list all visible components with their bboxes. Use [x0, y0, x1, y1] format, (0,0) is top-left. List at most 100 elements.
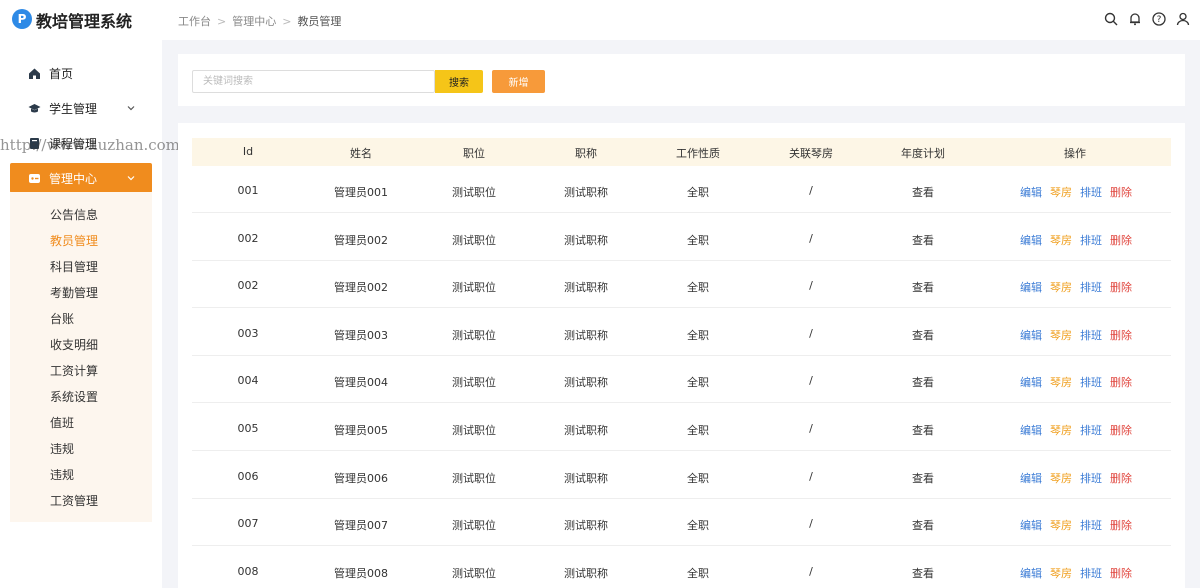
cell-name: 管理员007 — [334, 519, 388, 533]
piano-room-link[interactable]: 琴房 — [1050, 232, 1072, 248]
submenu-item-attendance-management[interactable]: 考勤管理 — [50, 284, 98, 301]
cell-annual-plan[interactable]: 查看 — [912, 517, 934, 533]
delete-link[interactable]: 删除 — [1110, 184, 1132, 200]
cell-title: 测试职称 — [564, 233, 608, 247]
cell-title: 测试职称 — [564, 186, 608, 199]
piano-room-link[interactable]: 琴房 — [1050, 184, 1072, 200]
search-button[interactable]: 搜索 — [435, 70, 483, 93]
delete-link[interactable]: 删除 — [1110, 470, 1132, 486]
cell-annual-plan[interactable]: 查看 — [912, 232, 934, 248]
bell-icon[interactable] — [1128, 12, 1142, 26]
schedule-link[interactable]: 排班 — [1080, 422, 1102, 438]
submenu-item-salary-management[interactable]: 工资管理 — [50, 492, 98, 509]
search-input[interactable] — [192, 70, 435, 93]
cell-title: 测试职称 — [564, 519, 608, 533]
cell-title: 测试职称 — [564, 566, 608, 580]
sidebar-item-label: 学生管理 — [49, 101, 98, 116]
cell-title: 测试职称 — [564, 471, 608, 485]
cell-annual-plan[interactable]: 查看 — [912, 422, 934, 438]
submenu-item-violations[interactable]: 违规 — [50, 440, 74, 457]
submenu-item-income-expense[interactable]: 收支明细 — [50, 336, 98, 353]
user-icon[interactable] — [1176, 12, 1190, 26]
cell-annual-plan[interactable]: 查看 — [912, 327, 934, 343]
delete-link[interactable]: 删除 — [1110, 374, 1132, 390]
submenu-item-subject-management[interactable]: 科目管理 — [50, 258, 98, 275]
edit-link[interactable]: 编辑 — [1020, 184, 1042, 200]
delete-link[interactable]: 删除 — [1110, 327, 1132, 343]
breadcrumb-workbench[interactable]: 工作台 — [178, 13, 211, 29]
edit-link[interactable]: 编辑 — [1020, 327, 1042, 343]
edit-link[interactable]: 编辑 — [1020, 470, 1042, 486]
cell-work-type: 全职 — [687, 281, 709, 295]
schedule-link[interactable]: 排班 — [1080, 327, 1102, 343]
help-icon[interactable]: ? — [1152, 12, 1166, 26]
submenu-item-ledger[interactable]: 台账 — [50, 310, 74, 327]
add-button[interactable]: 新增 — [492, 70, 545, 93]
cell-annual-plan[interactable]: 查看 — [912, 184, 934, 200]
cell-annual-plan[interactable]: 查看 — [912, 565, 934, 581]
piano-room-link[interactable]: 琴房 — [1050, 279, 1072, 295]
cell-position: 测试职位 — [452, 376, 496, 390]
cell-id: 004 — [237, 374, 259, 388]
sidebar-item-students[interactable]: 学生管理 — [10, 93, 152, 123]
edit-link[interactable]: 编辑 — [1020, 232, 1042, 248]
schedule-link[interactable]: 排班 — [1080, 232, 1102, 248]
search-panel: 搜索 新增 — [178, 54, 1185, 106]
search-icon[interactable] — [1104, 12, 1118, 26]
cell-position: 测试职位 — [452, 281, 496, 295]
cell-work-type: 全职 — [687, 566, 709, 580]
submenu-item-teacher-management[interactable]: 教员管理 — [50, 232, 98, 249]
schedule-link[interactable]: 排班 — [1080, 184, 1102, 200]
cell-annual-plan[interactable]: 查看 — [912, 374, 934, 390]
sidebar-item-home[interactable]: 首页 — [10, 58, 152, 88]
edit-link[interactable]: 编辑 — [1020, 422, 1042, 438]
submenu-item-announcements[interactable]: 公告信息 — [50, 206, 98, 223]
cell-work-type: 全职 — [687, 519, 709, 533]
edit-link[interactable]: 编辑 — [1020, 565, 1042, 581]
table-row: 007 管理员007 测试职位 测试职称 全职 / 查看 编辑 琴房 排班 删除 — [192, 499, 1171, 547]
cell-position: 测试职位 — [452, 233, 496, 247]
column-header-actions: 操作 — [1064, 147, 1086, 160]
cell-annual-plan[interactable]: 查看 — [912, 470, 934, 486]
table-header: Id 姓名 职位 职称 工作性质 关联琴房 年度计划 操作 — [192, 138, 1171, 166]
cell-name: 管理员002 — [334, 281, 388, 295]
piano-room-link[interactable]: 琴房 — [1050, 470, 1072, 486]
submenu-item-salary-calculation[interactable]: 工资计算 — [50, 362, 98, 379]
cell-piano-room: / — [809, 184, 813, 197]
delete-link[interactable]: 删除 — [1110, 279, 1132, 295]
schedule-link[interactable]: 排班 — [1080, 374, 1102, 390]
schedule-link[interactable]: 排班 — [1080, 565, 1102, 581]
cell-annual-plan[interactable]: 查看 — [912, 279, 934, 295]
chevron-down-icon — [126, 172, 136, 182]
piano-room-link[interactable]: 琴房 — [1050, 327, 1072, 343]
schedule-link[interactable]: 排班 — [1080, 470, 1102, 486]
sidebar-item-management-center[interactable]: 管理中心 — [10, 163, 152, 193]
submenu-item-violations-2[interactable]: 违规 — [50, 466, 74, 483]
delete-link[interactable]: 删除 — [1110, 517, 1132, 533]
breadcrumb-management-center[interactable]: 管理中心 — [232, 13, 276, 29]
piano-room-link[interactable]: 琴房 — [1050, 374, 1072, 390]
schedule-link[interactable]: 排班 — [1080, 517, 1102, 533]
cell-id: 002 — [237, 279, 259, 293]
piano-room-link[interactable]: 琴房 — [1050, 517, 1072, 533]
edit-link[interactable]: 编辑 — [1020, 374, 1042, 390]
piano-room-link[interactable]: 琴房 — [1050, 565, 1072, 581]
cell-id: 006 — [237, 469, 259, 483]
edit-link[interactable]: 编辑 — [1020, 279, 1042, 295]
edit-link[interactable]: 编辑 — [1020, 517, 1042, 533]
delete-link[interactable]: 删除 — [1110, 565, 1132, 581]
schedule-link[interactable]: 排班 — [1080, 279, 1102, 295]
column-header-piano-room: 关联琴房 — [789, 147, 833, 160]
piano-room-link[interactable]: 琴房 — [1050, 422, 1072, 438]
app-logo[interactable]: P — [12, 9, 32, 29]
cell-piano-room: / — [809, 231, 813, 245]
delete-link[interactable]: 删除 — [1110, 232, 1132, 248]
chevron-down-icon — [126, 102, 136, 112]
delete-link[interactable]: 删除 — [1110, 422, 1132, 438]
cell-id: 005 — [237, 422, 259, 435]
submenu-item-system-settings[interactable]: 系统设置 — [50, 388, 98, 405]
submenu-item-duty[interactable]: 值班 — [50, 414, 74, 431]
cell-position: 测试职位 — [452, 566, 496, 580]
column-header-work-type: 工作性质 — [676, 147, 720, 160]
cell-position: 测试职位 — [452, 519, 496, 533]
